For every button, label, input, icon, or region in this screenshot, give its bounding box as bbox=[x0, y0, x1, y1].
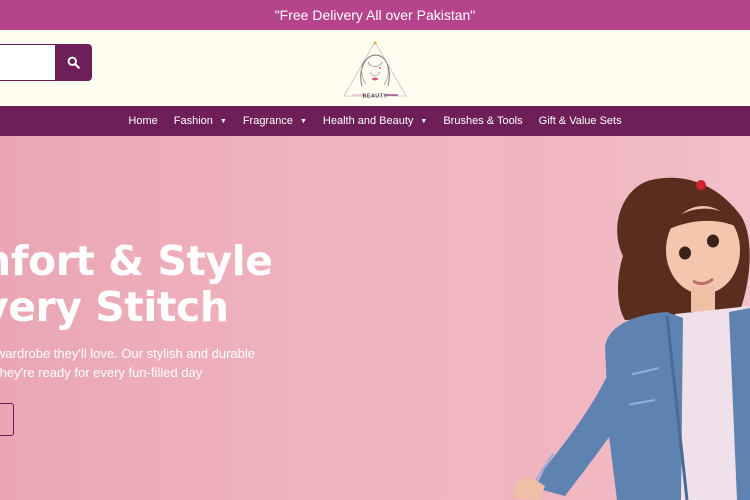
hero-heading-line-2: very Stitch bbox=[0, 283, 229, 331]
nav-item-label: Health and Beauty bbox=[322, 115, 414, 127]
hero-cta-button[interactable] bbox=[0, 403, 14, 436]
caret-down-icon: ▼ bbox=[219, 117, 227, 125]
nav-item-label: Gift & Value Sets bbox=[538, 115, 622, 127]
hero-banner: nfort & Style very Stitch wardrobe they'… bbox=[0, 136, 750, 500]
announcement-text: "Free Delivery All over Pakistan" bbox=[274, 7, 476, 23]
nav-item-label: Home bbox=[128, 115, 158, 127]
hero-child-photo bbox=[513, 177, 750, 500]
hero-description-line-1: wardrobe they'll love. Our stylish and d… bbox=[0, 346, 256, 361]
hero-description: wardrobe they'll love. Our stylish and d… bbox=[0, 344, 255, 382]
nav-item-home[interactable]: Home bbox=[128, 115, 157, 127]
nav-item-health-and-beauty[interactable]: Health and Beauty ▼ bbox=[323, 115, 427, 127]
caret-down-icon: ▼ bbox=[420, 117, 428, 125]
hero-heading-line-1: nfort & Style bbox=[0, 237, 273, 285]
nav-item-label: Fashion bbox=[173, 115, 213, 127]
logo-text: BEAUTY bbox=[363, 94, 388, 100]
search-input[interactable] bbox=[0, 44, 55, 81]
nav-item-gift-and-value-sets[interactable]: Gift & Value Sets bbox=[539, 115, 622, 127]
caret-down-icon: ▼ bbox=[299, 117, 307, 125]
nav-item-brushes-and-tools[interactable]: Brushes & Tools bbox=[443, 115, 522, 127]
main-nav: Home Fashion ▼ Fragrance ▼ Health and Be… bbox=[0, 106, 750, 136]
search-icon bbox=[67, 56, 80, 69]
nav-item-label: Fragrance bbox=[242, 115, 293, 127]
nav-item-fragrance[interactable]: Fragrance ▼ bbox=[243, 115, 307, 127]
hero-heading: nfort & Style very Stitch bbox=[0, 238, 273, 330]
site-header: BEAUTY bbox=[0, 30, 750, 106]
nav-item-label: Brushes & Tools bbox=[443, 115, 523, 127]
search-button[interactable] bbox=[55, 44, 92, 81]
brand-logo[interactable]: BEAUTY bbox=[340, 38, 410, 100]
hero-description-line-2: they're ready for every fun-filled day bbox=[0, 365, 203, 380]
nav-item-fashion[interactable]: Fashion ▼ bbox=[174, 115, 227, 127]
announcement-bar: "Free Delivery All over Pakistan" bbox=[0, 0, 750, 30]
search-form bbox=[0, 44, 92, 81]
